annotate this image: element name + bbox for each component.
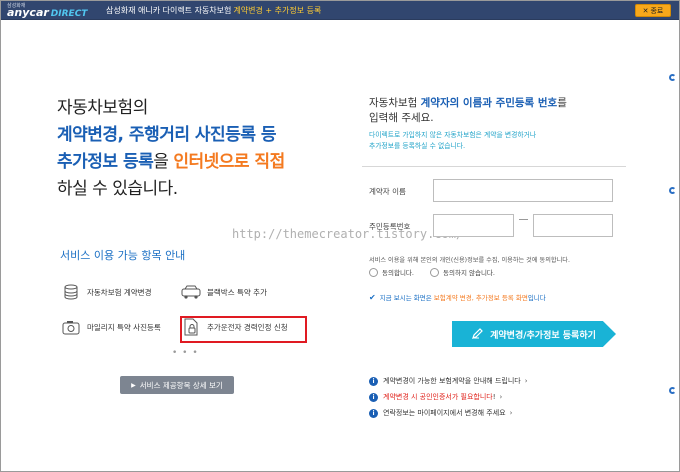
refresh-icon <box>669 74 676 81</box>
window-title: 삼성화재 애니카 다이렉트 자동차보험 계약변경 + 추가정보 등록 <box>106 6 322 15</box>
title-bar: 삼성화재 anycar DIRECT 삼성화재 애니카 다이렉트 자동차보험 계약변… <box>1 1 679 20</box>
logo-brand: anycar DIRECT <box>7 6 88 19</box>
chevron-right-icon: › <box>524 377 528 385</box>
service-item-blackbox: 블랙박스 특약 추가 <box>181 283 267 301</box>
radio-circle <box>430 267 439 277</box>
divider <box>362 166 626 167</box>
form-title: 자동차보험 계약자의 이름과 주민등록 번호를 입력해 주세요. <box>369 97 567 124</box>
info-icon: i <box>369 376 378 386</box>
name-label: 계약자 이름 <box>369 187 406 196</box>
arrow-right-icon: ▶ <box>131 381 136 389</box>
info-icon: i <box>369 408 378 418</box>
headline-line3: 추가정보 등록을 인터넷으로 직접 <box>57 152 285 172</box>
service-item-contract-change: 자동차보험 계약변경 <box>61 283 151 301</box>
disagree-radio[interactable]: 동의하지 않습니다. <box>430 267 495 277</box>
service-detail-button[interactable]: ▶ 서비스 제공항목 상세 보기 <box>120 376 234 394</box>
chevron-right-icon: › <box>499 393 503 401</box>
radio-circle <box>369 267 378 277</box>
rrn-dash <box>519 219 528 220</box>
rrn-front-input[interactable] <box>433 214 514 237</box>
database-icon <box>61 283 81 301</box>
name-input[interactable] <box>433 179 613 202</box>
rrn-back-input[interactable] <box>533 214 613 237</box>
info-link-certificate[interactable]: i 계약변경 시 공인인증서가 필요합니다! › <box>369 392 502 402</box>
consent-text: 서비스 이용을 위해 본인의 개인(신용)정보를 수집, 이용하는 것에 동의합… <box>369 257 570 264</box>
close-button[interactable]: ✕ 종료 <box>635 4 671 17</box>
refresh-icon <box>669 387 676 394</box>
headline-line4: 하실 수 있습니다. <box>57 179 178 199</box>
highlight-annotation <box>180 316 307 343</box>
rrn-label: 주민등록번호 <box>369 222 411 231</box>
check-icon: ✔ <box>369 292 376 302</box>
more-dots: • • • <box>172 348 199 358</box>
info-icon: i <box>369 392 378 402</box>
anycar-logo: 삼성화재 anycar DIRECT <box>7 3 99 19</box>
refresh-icon <box>669 187 676 194</box>
info-link-eligible-contracts[interactable]: i 계약변경이 가능한 보험계약을 안내해 드립니다 › <box>369 376 528 386</box>
register-button[interactable]: 계약변경/추가정보 등록하기 <box>452 321 616 347</box>
watermark: http://themecreator.tistory.com/ <box>232 227 464 241</box>
service-list: 자동차보험 계약변경 블랙박스 특약 추가 마일리지 특약 사진등록 추가운전자… <box>57 271 319 356</box>
pen-icon <box>472 327 484 342</box>
close-icon: ✕ <box>642 6 649 15</box>
camera-icon <box>61 318 81 336</box>
service-list-title: 서비스 이용 가능 항목 안내 <box>60 249 186 262</box>
headline: 자동차보험의 계약변경, 주행거리 사진등록 등 추가정보 등록을 인터넷으로 … <box>57 95 285 203</box>
car-camera-icon <box>181 283 201 301</box>
service-item-mileage-photo: 마일리지 특약 사진등록 <box>61 318 161 336</box>
form-note: 다이렉트로 가입하지 않은 자동차보험은 계약을 변경하거나 추가정보를 등록하… <box>369 131 537 150</box>
agree-radio[interactable]: 동의합니다. <box>369 267 414 277</box>
headline-line2: 계약변경, 주행거리 사진등록 등 <box>57 125 277 145</box>
chevron-right-icon: › <box>509 409 513 417</box>
screen-notice: ✔ 지금 보시는 화면은 보험계약 변경, 추가정보 등록 화면입니다 <box>369 292 546 303</box>
info-link-contact-info[interactable]: i 연락정보는 마이페이지에서 변경해 주세요 › <box>369 408 512 418</box>
headline-line1: 자동차보험의 <box>57 98 148 118</box>
